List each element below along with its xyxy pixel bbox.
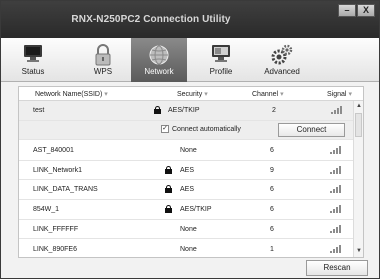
ssid-cell: test	[33, 107, 45, 114]
tab-profile[interactable]: Profile	[195, 38, 247, 82]
scroll-thumb[interactable]	[355, 113, 362, 137]
globe-icon	[149, 45, 169, 65]
scroll-up-icon[interactable]: ▲	[355, 102, 363, 111]
lock-icon	[154, 106, 161, 114]
toolbar: Status WPS Network Profile Advanced	[1, 38, 379, 82]
signal-strength-icon	[330, 165, 342, 174]
network-row[interactable]: LINK_DATA_TRANS AES 6	[19, 180, 353, 201]
tab-profile-label: Profile	[209, 67, 233, 76]
security-cell: None	[180, 225, 197, 233]
network-row[interactable]: LINK_Network1 AES 9	[19, 161, 353, 181]
ssid-cell: 854W_1	[33, 206, 60, 214]
network-row[interactable]: LINK_FFFFFF None 6	[19, 220, 353, 240]
lock-icon	[95, 44, 111, 66]
signal-strength-icon	[330, 205, 342, 214]
tab-wps[interactable]: WPS	[79, 38, 127, 82]
lock-icon	[165, 165, 172, 174]
channel-cell: 9	[270, 166, 274, 174]
network-row[interactable]: LINK_890FE6 None 1	[19, 240, 353, 258]
gears-icon	[271, 44, 293, 65]
sort-arrow-icon: ▾	[104, 91, 108, 98]
tab-network-label: Network	[144, 67, 174, 76]
tab-status[interactable]: Status	[9, 38, 57, 82]
header-security[interactable]: Security ▾	[177, 90, 208, 98]
security-cell: AES	[180, 186, 195, 194]
profile-monitor-icon	[212, 45, 230, 62]
signal-strength-icon	[330, 224, 342, 233]
network-row[interactable]: AST_840001 None 6	[19, 141, 353, 161]
network-row[interactable]: 854W_1 AES/TKIP 6	[19, 200, 353, 220]
security-cell: AES/TKIP	[168, 107, 200, 114]
tab-wps-label: WPS	[93, 67, 113, 76]
signal-strength-icon	[330, 244, 342, 253]
channel-cell: 6	[270, 147, 274, 154]
auto-connect-label: Connect automatically	[172, 126, 241, 133]
ssid-cell: AST_840001	[33, 147, 74, 154]
monitor-icon	[24, 45, 42, 62]
network-row[interactable]: test AES/TKIP 2	[19, 101, 353, 121]
title-bar[interactable]: RNX-N250PC2 Connection Utility – X	[1, 1, 379, 38]
connect-button[interactable]: Connect	[278, 123, 345, 137]
network-list: test AES/TKIP 2 ✓ Connect automatically …	[19, 101, 353, 257]
channel-cell: 1	[270, 245, 274, 253]
security-cell: None	[180, 245, 197, 253]
tab-network[interactable]: Network	[131, 38, 187, 82]
signal-strength-icon	[331, 106, 343, 114]
channel-cell: 2	[272, 107, 276, 114]
network-list-panel: Network Name(SSID) ▾ Security ▾ Channel ▾ S…	[18, 86, 364, 258]
channel-cell: 6	[270, 225, 274, 233]
lock-icon	[165, 185, 172, 194]
minimize-button[interactable]: –	[338, 4, 356, 17]
header-ssid[interactable]: Network Name(SSID) ▾	[35, 90, 108, 98]
ssid-cell: LINK_FFFFFF	[33, 225, 79, 233]
scroll-down-icon[interactable]: ▼	[355, 247, 363, 256]
ssid-cell: LINK_Network1	[33, 166, 83, 174]
tab-advanced[interactable]: Advanced	[253, 38, 311, 82]
lock-icon	[165, 205, 172, 214]
ssid-cell: LINK_DATA_TRANS	[33, 186, 98, 194]
header-signal[interactable]: Signal ▾	[327, 90, 352, 98]
ssid-cell: LINK_890FE6	[33, 245, 77, 253]
security-cell: AES	[180, 166, 195, 174]
close-button[interactable]: X	[357, 4, 375, 17]
signal-strength-icon	[330, 185, 342, 194]
table-header: Network Name(SSID) ▾ Security ▾ Channel ▾ S…	[19, 87, 363, 101]
security-cell: AES/TKIP	[180, 206, 212, 214]
tab-status-label: Status	[21, 67, 45, 76]
sort-arrow-icon: ▾	[280, 91, 284, 98]
channel-cell: 6	[270, 186, 274, 194]
tab-advanced-label: Advanced	[264, 67, 300, 76]
app-window: RNX-N250PC2 Connection Utility – X Statu…	[0, 0, 380, 279]
window-controls: – X	[338, 4, 375, 17]
security-cell: None	[180, 147, 197, 154]
sort-arrow-icon: ▾	[348, 91, 352, 98]
selected-network-actions: ✓ Connect automatically Connect	[19, 121, 353, 140]
signal-strength-icon	[330, 146, 342, 154]
window-title: RNX-N250PC2 Connection Utility	[71, 14, 231, 25]
rescan-button[interactable]: Rescan	[306, 260, 368, 276]
channel-cell: 6	[270, 206, 274, 214]
vertical-scrollbar[interactable]: ▲ ▼	[353, 101, 363, 257]
auto-connect-checkbox[interactable]: ✓	[161, 125, 169, 133]
header-channel[interactable]: Channel ▾	[252, 90, 284, 98]
sort-arrow-icon: ▾	[204, 91, 208, 98]
